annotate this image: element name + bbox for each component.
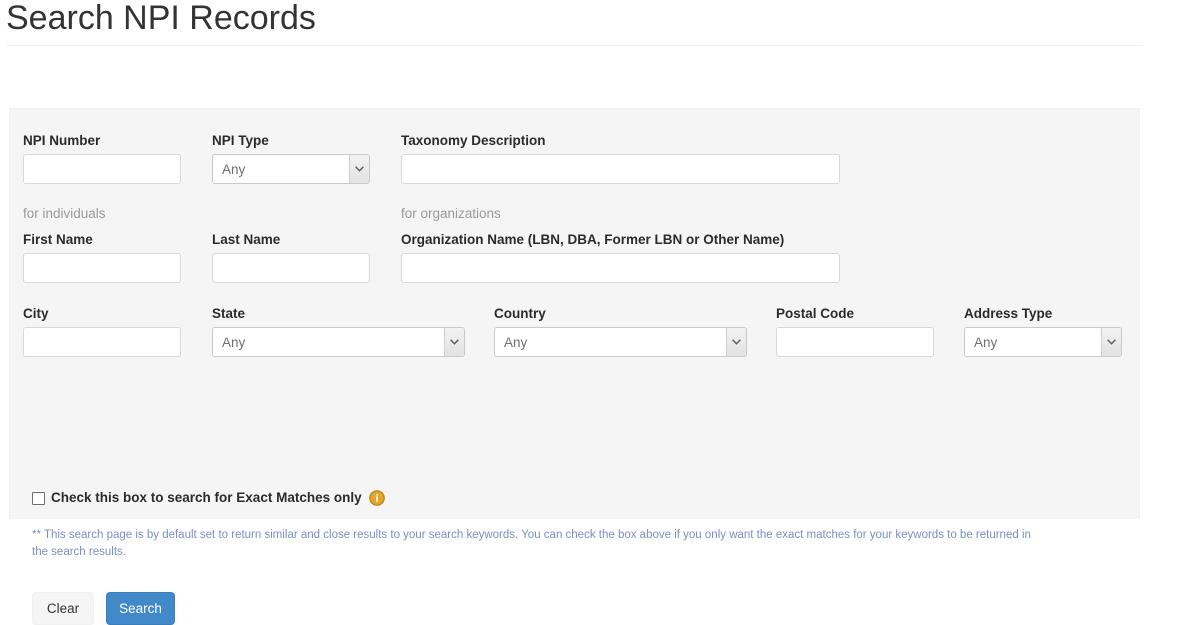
npi-number-label: NPI Number [23,133,101,148]
exact-match-row: Check this box to search for Exact Match… [32,488,385,508]
chevron-down-icon [1101,328,1121,356]
info-circle-icon[interactable] [368,490,385,506]
npi-type-select[interactable]: Any [212,154,370,184]
state-label: State [212,306,246,321]
postal-code-input[interactable] [776,327,934,357]
exact-match-checkbox[interactable] [32,491,45,505]
chevron-down-icon [444,328,464,356]
first-name-input[interactable] [23,253,181,283]
search-form-panel: NPI Number NPI Type Any Taxonomy Descrip… [9,108,1140,625]
first-name-label: First Name [23,232,93,247]
exact-match-label[interactable]: Check this box to search for Exact Match… [51,490,362,506]
clear-button[interactable]: Clear [32,592,94,625]
address-type-select-value: Any [965,328,1101,356]
chevron-down-icon [726,328,746,356]
organization-name-input[interactable] [401,253,840,283]
npi-type-select-value: Any [213,155,349,183]
country-select[interactable]: Any [494,327,747,357]
city-label: City [23,306,49,321]
last-name-input[interactable] [212,253,370,283]
address-type-label: Address Type [964,306,1053,321]
city-input[interactable] [23,327,181,357]
page-title: Search NPI Records [6,0,316,37]
postal-code-label: Postal Code [776,306,855,321]
taxonomy-description-input[interactable] [401,154,840,184]
chevron-down-icon [349,155,369,183]
header-divider [6,45,1143,46]
organization-name-label: Organization Name (LBN, DBA, Former LBN … [401,232,785,247]
individuals-group-label: for individuals [23,206,106,221]
state-select[interactable]: Any [212,327,465,357]
country-label: Country [494,306,546,321]
address-type-select[interactable]: Any [964,327,1122,357]
npi-type-label: NPI Type [212,133,269,148]
search-note: ** This search page is by default set to… [32,529,1031,558]
page-header: Search NPI Records [0,0,1197,46]
search-button[interactable]: Search [106,592,175,625]
npi-number-input[interactable] [23,154,181,184]
last-name-label: Last Name [212,232,281,247]
state-select-value: Any [213,328,444,356]
organizations-group-label: for organizations [401,206,501,221]
taxonomy-description-label: Taxonomy Description [401,133,546,148]
country-select-value: Any [495,328,726,356]
